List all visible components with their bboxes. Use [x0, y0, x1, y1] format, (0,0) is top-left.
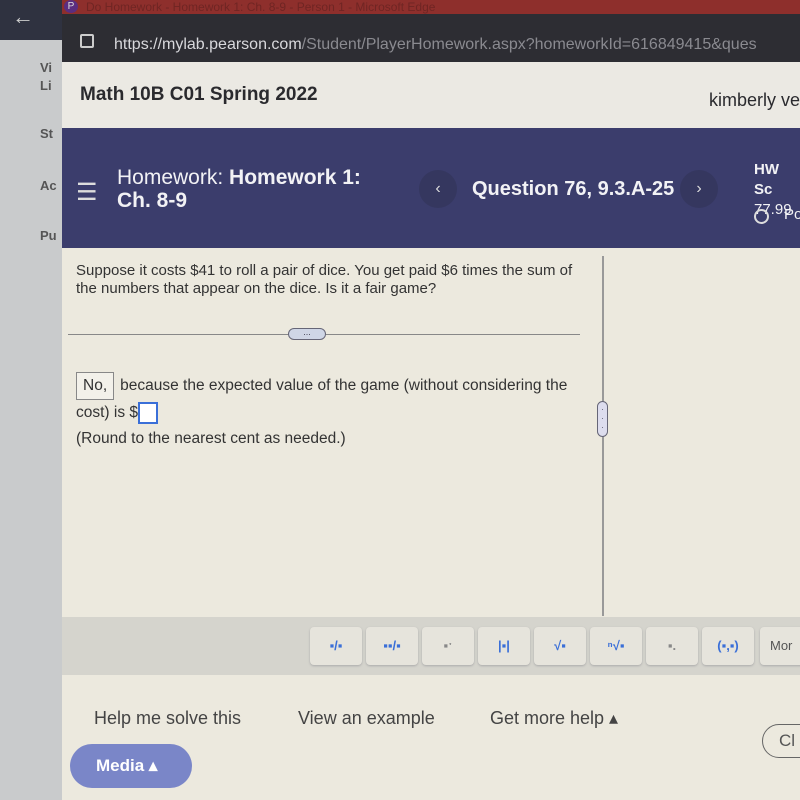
homework-chapter: Ch. 8-9 [117, 189, 188, 212]
sidebar-item[interactable]: Ac [40, 178, 57, 193]
homework-name: Homework 1: [229, 166, 361, 189]
mixed-number-tool-button[interactable]: ▪▪/▪ [366, 627, 418, 665]
question-panel: Suppose it costs $41 to roll a pair of d… [62, 248, 800, 800]
expected-value-input[interactable] [138, 401, 159, 424]
square-root-tool-button[interactable]: √▪ [534, 627, 586, 665]
course-title: Math 10B C01 Spring 2022 [80, 84, 318, 105]
ordered-pair-tool-button[interactable]: (▪,▪) [702, 627, 754, 665]
next-question-button[interactable]: › [680, 170, 718, 208]
sidebar-item[interactable]: Vi [40, 60, 52, 75]
math-toolbar: ▪/▪ ▪▪/▪ ▪ˑ |▪| √▪ ⁿ√▪ ▪. (▪,▪) Mor [62, 617, 800, 675]
question-title[interactable]: Question 76, 9.3.A-25 [472, 178, 674, 201]
sidebar-item[interactable]: Pu [40, 228, 57, 243]
url-host: https://mylab.pearson.com [114, 36, 302, 53]
hw-score-label: HW Sc [754, 161, 779, 198]
answer-area: No, because the expected value of the gam… [76, 372, 576, 452]
homework-title: Homework: Homework 1: Ch. 8-9 [117, 166, 361, 212]
fraction-tool-button[interactable]: ▪/▪ [310, 627, 362, 665]
points-radio-icon [754, 209, 769, 224]
sidebar-item[interactable]: St [40, 126, 53, 141]
splitter-handle[interactable]: · · · [597, 401, 608, 437]
points-label: Po [784, 206, 800, 223]
back-arrow-icon[interactable]: ← [12, 4, 34, 30]
nth-root-tool-button[interactable]: ⁿ√▪ [590, 627, 642, 665]
window-title: Do Homework - Homework 1: Ch. 8-9 - Pers… [62, 0, 800, 14]
url-path: /Student/PlayerHomework.aspx?homeworkId=… [301, 36, 757, 53]
clear-all-button[interactable]: Cl [762, 724, 800, 758]
menu-icon[interactable]: ☰ [76, 178, 98, 207]
view-example-link[interactable]: View an example [298, 708, 435, 729]
answer-dropdown[interactable]: No, [76, 372, 115, 400]
get-more-help-link[interactable]: Get more help ▴ [490, 708, 618, 729]
previous-question-button[interactable]: ‹ [419, 170, 457, 208]
media-button[interactable]: Media ▴ [70, 744, 192, 788]
exponent-tool-button[interactable]: ▪ˑ [422, 627, 474, 665]
pearson-logo-icon: P [64, 0, 78, 13]
rounding-note: (Round to the nearest cent as needed.) [76, 430, 346, 447]
background-sidebar: Vi Li St Ac Pu [0, 0, 62, 800]
expand-handle[interactable]: ... [288, 328, 326, 340]
absolute-value-tool-button[interactable]: |▪| [478, 627, 530, 665]
homework-nav-bar: ☰ Homework: Homework 1: Ch. 8-9 ‹ Questio… [62, 128, 800, 248]
lock-icon[interactable] [80, 34, 94, 48]
user-name[interactable]: kimberly ve [709, 90, 800, 111]
subscript-tool-button[interactable]: ▪. [646, 627, 698, 665]
question-text: Suppose it costs $41 to roll a pair of d… [76, 262, 573, 297]
help-me-solve-link[interactable]: Help me solve this [94, 708, 241, 729]
sidebar-item[interactable]: Li [40, 78, 52, 93]
homework-prefix: Homework: [117, 166, 224, 189]
course-header: Math 10B C01 Spring 2022 kimberly ve [62, 62, 800, 128]
address-bar[interactable]: https://mylab.pearson.com/Student/Player… [62, 14, 800, 62]
more-tools-button[interactable]: Mor [760, 627, 800, 665]
